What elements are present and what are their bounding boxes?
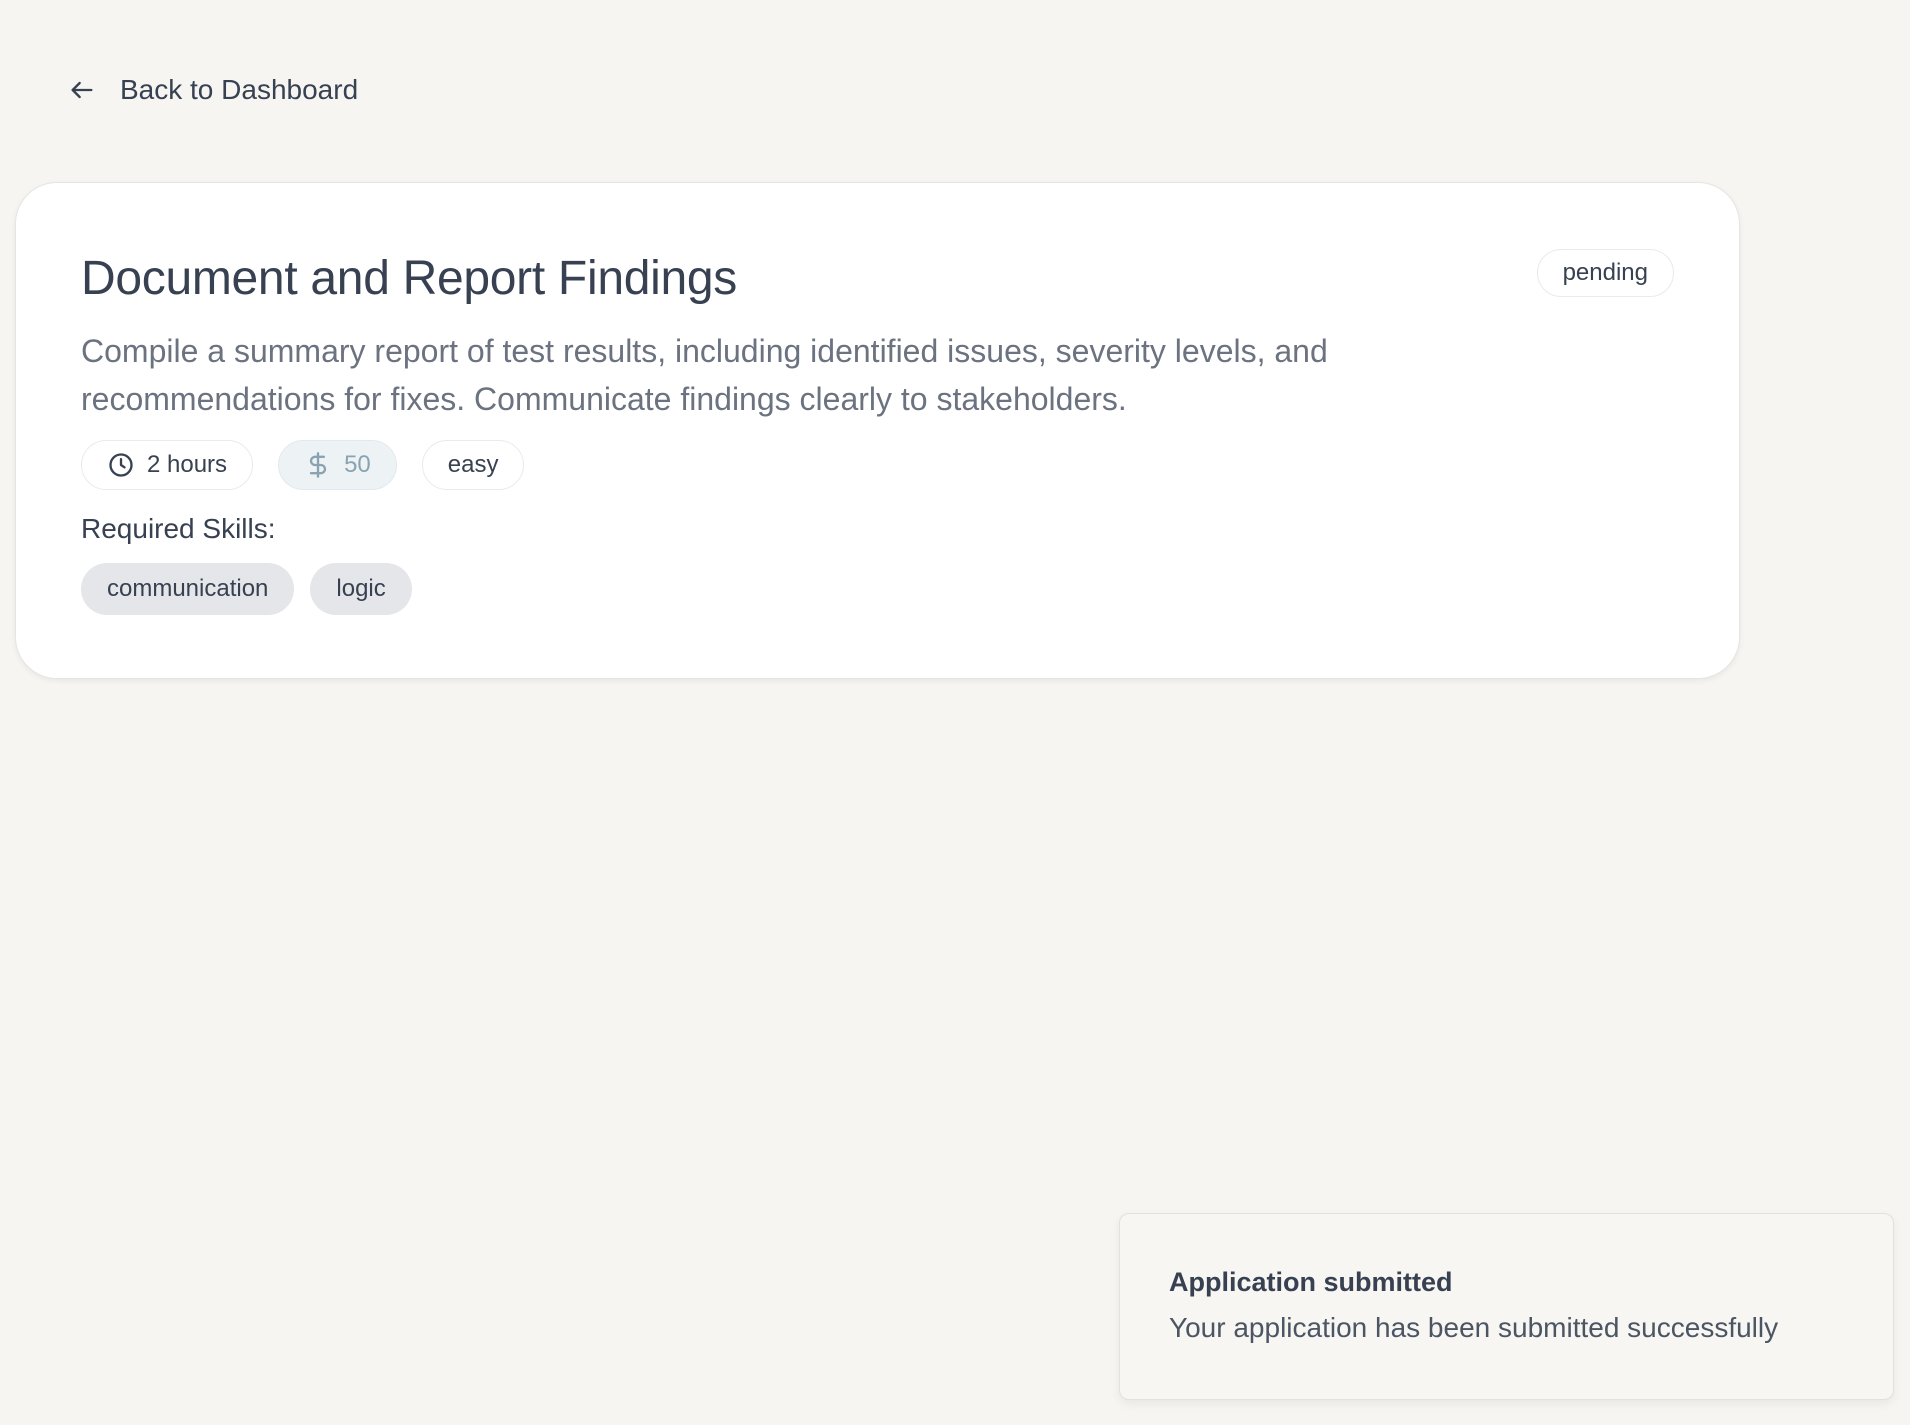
reward-value: 50: [344, 451, 371, 478]
task-card-header: Document and Report Findings pending: [81, 247, 1674, 311]
skill-tag-communication: communication: [81, 563, 295, 615]
status-badge: pending: [1536, 249, 1674, 297]
skills-list: communication logic: [81, 563, 412, 615]
duration-value: 2 hours: [147, 451, 228, 478]
task-description: Compile a summary report of test results…: [81, 333, 1328, 417]
back-to-dashboard-link[interactable]: Back to Dashboard: [60, 66, 366, 114]
task-title: Document and Report Findings: [81, 252, 737, 305]
toast-title: Application submitted: [1169, 1267, 1453, 1297]
clock-icon: [107, 451, 135, 479]
skill-tag-logic: logic: [310, 563, 412, 615]
difficulty-pill: easy: [421, 440, 525, 490]
difficulty-value: easy: [447, 451, 499, 478]
arrow-left-icon: [68, 76, 96, 104]
toast-notification[interactable]: Application submitted Your application h…: [1119, 1213, 1894, 1400]
required-skills-label: Required Skills:: [81, 513, 276, 544]
dollar-icon: [304, 451, 332, 479]
reward-pill: 50: [278, 440, 397, 490]
page: Back to Dashboard Document and Report Fi…: [0, 0, 1910, 1425]
back-link-label: Back to Dashboard: [120, 74, 359, 105]
task-card: Document and Report Findings pending Com…: [15, 182, 1740, 679]
duration-pill: 2 hours: [81, 440, 254, 490]
task-meta-row: 2 hours 50 easy: [81, 440, 525, 490]
toast-message: Your application has been submitted succ…: [1169, 1312, 1779, 1343]
